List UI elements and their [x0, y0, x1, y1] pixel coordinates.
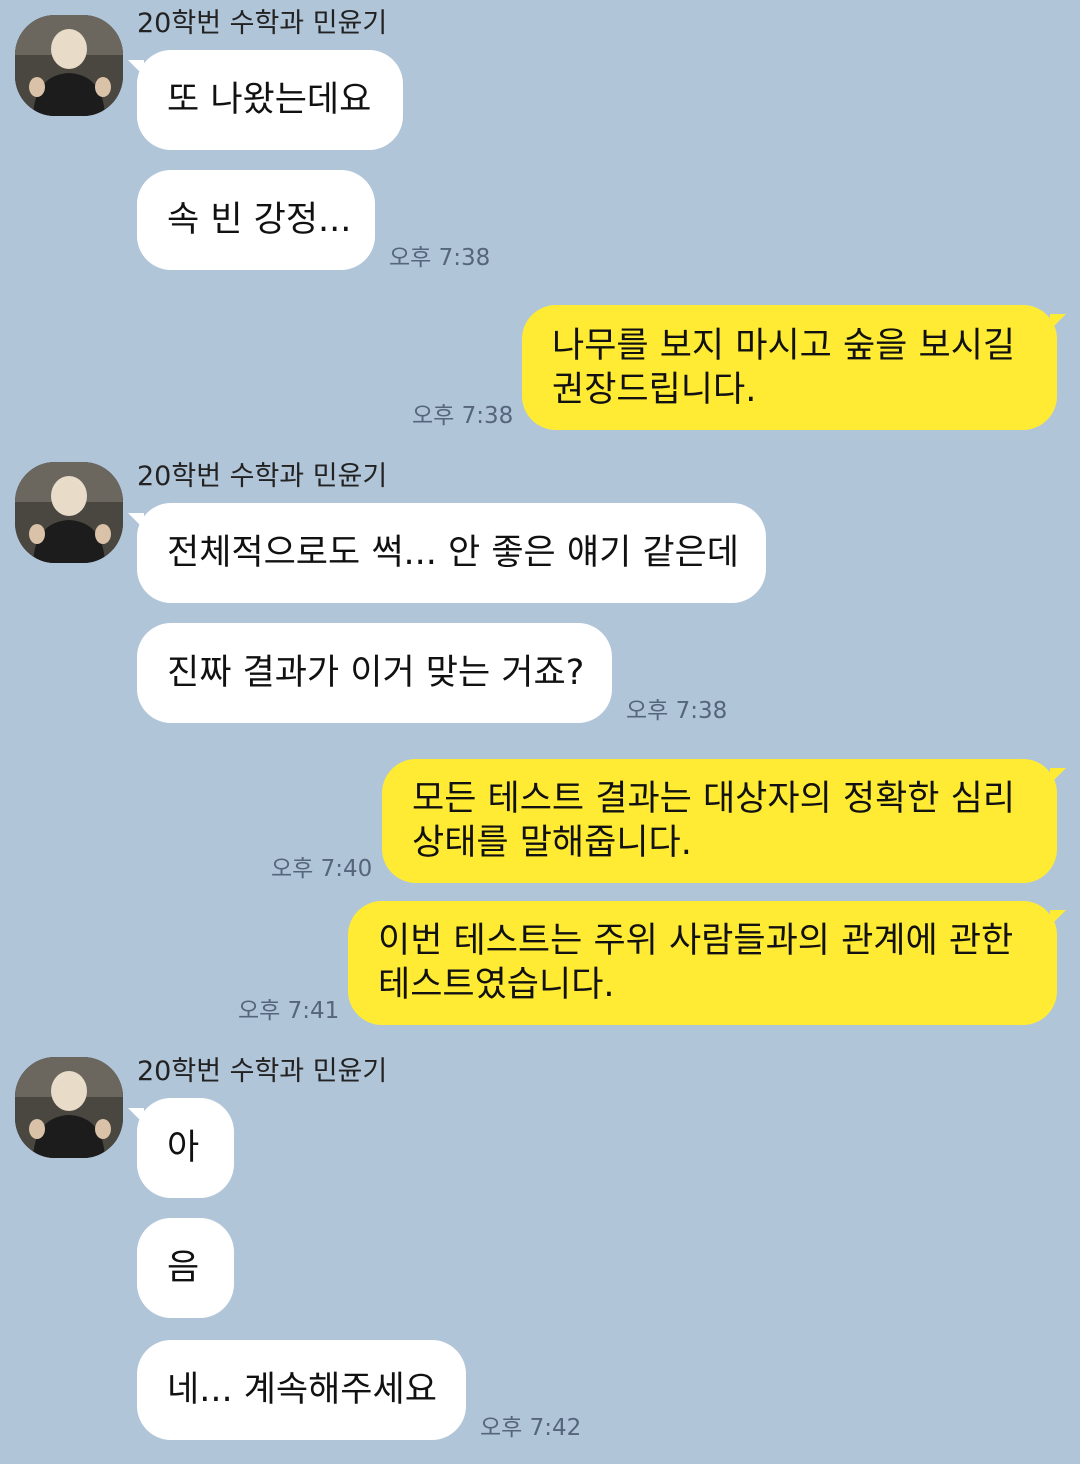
message-text-line: 모든 테스트 결과는 대상자의 정확한 심리 [412, 779, 1016, 819]
message-text-line: 나무를 보지 마시고 숲을 보시길 [552, 325, 1016, 366]
message-text-line: 이번 테스트는 주위 사람들과의 관계에 관한 [378, 921, 1014, 961]
message-bubble[interactable]: 이번 테스트는 주위 사람들과의 관계에 관한 테스트였습니다. [348, 901, 1057, 1025]
message-bubble[interactable]: 모든 테스트 결과는 대상자의 정확한 심리 상태를 말해줍니다. [382, 759, 1057, 883]
profile-photo-avatar [15, 1057, 123, 1158]
message-timestamp: 오후 7:38 [626, 698, 728, 724]
message-text-line: 테스트였습니다. [378, 965, 615, 1005]
message-bubble[interactable]: 속 빈 강정... [137, 170, 375, 270]
sender-avatar[interactable] [15, 462, 123, 563]
message-bubble[interactable]: 음 [137, 1218, 234, 1318]
bubble-tail [1050, 314, 1066, 330]
sender-name: 20학번 수학과 민윤기 [137, 8, 388, 39]
bubble-tail [1050, 768, 1066, 784]
message-bubble[interactable]: 전체적으로도 썩... 안 좋은 얘기 같은데 [137, 503, 766, 603]
profile-photo-avatar [15, 462, 123, 563]
message-text-line: 상태를 말해줍니다. [412, 823, 692, 863]
message-bubble[interactable]: 네... 계속해주세요 [137, 1340, 466, 1440]
message-text: 아 [167, 1128, 200, 1168]
message-text: 또 나왔는데요 [167, 80, 372, 120]
sender-name: 20학번 수학과 민윤기 [137, 1056, 388, 1087]
message-text: 전체적으로도 썩... 안 좋은 얘기 같은데 [167, 533, 740, 573]
message-timestamp: 오후 7:42 [480, 1415, 582, 1441]
message-timestamp: 오후 7:38 [412, 403, 514, 429]
message-timestamp: 오후 7:38 [389, 245, 491, 271]
message-text: 네... 계속해주세요 [167, 1370, 437, 1410]
message-bubble[interactable]: 나무를 보지 마시고 숲을 보시길 권장드립니다. [522, 305, 1057, 430]
message-timestamp: 오후 7:41 [238, 998, 340, 1024]
profile-photo-avatar [15, 15, 123, 116]
message-bubble[interactable]: 진짜 결과가 이거 맞는 거죠? [137, 623, 612, 723]
sender-avatar[interactable] [15, 15, 123, 116]
message-bubble[interactable]: 또 나왔는데요 [137, 50, 403, 150]
message-bubble[interactable]: 아 [137, 1098, 234, 1198]
message-text-line: 권장드립니다. [552, 369, 757, 410]
message-text: 진짜 결과가 이거 맞는 거죠? [167, 653, 585, 693]
message-text: 속 빈 강정... [167, 200, 352, 240]
message-timestamp: 오후 7:40 [271, 856, 373, 882]
sender-avatar[interactable] [15, 1057, 123, 1158]
message-text: 음 [167, 1248, 200, 1288]
bubble-tail [1050, 910, 1066, 926]
sender-name: 20학번 수학과 민윤기 [137, 461, 388, 492]
